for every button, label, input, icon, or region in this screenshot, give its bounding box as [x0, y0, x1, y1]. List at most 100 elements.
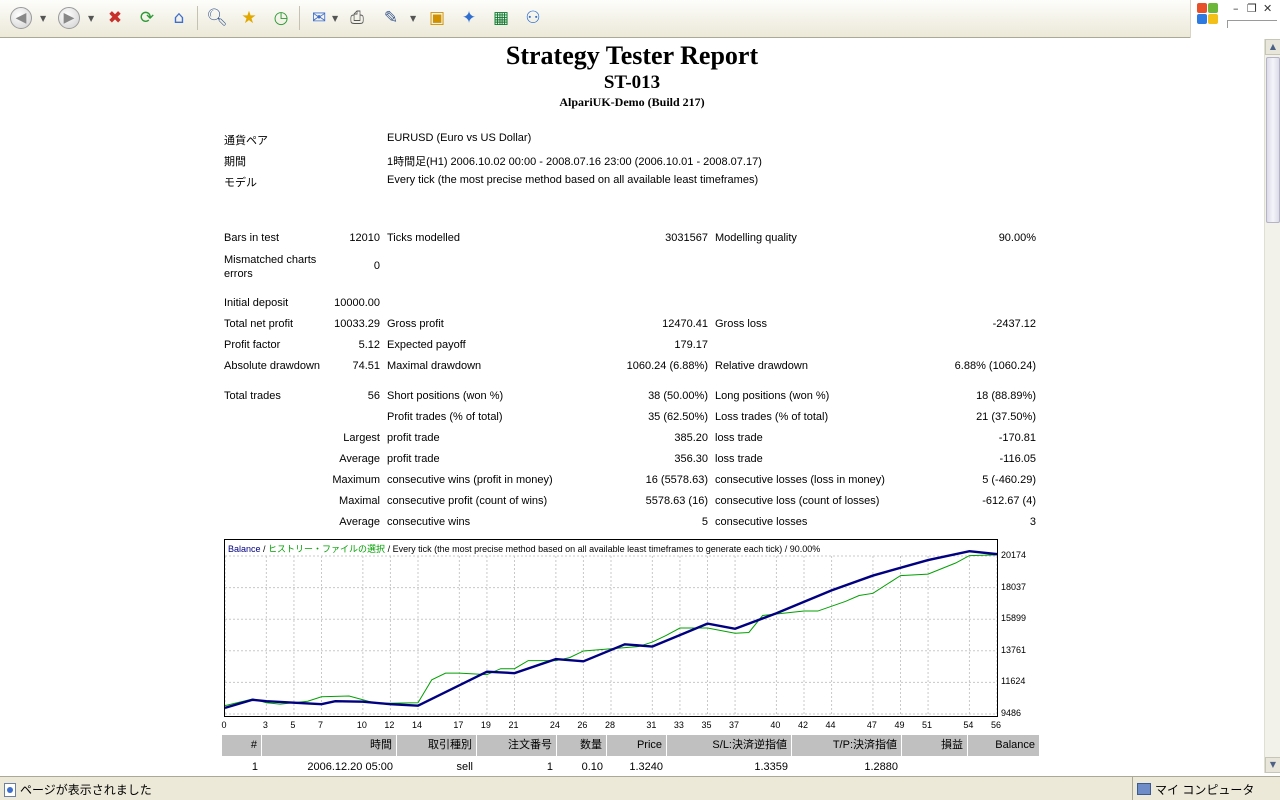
- stat-label: Average: [339, 453, 380, 465]
- address-field[interactable]: [1227, 20, 1277, 28]
- x-tick-label: 54: [963, 720, 974, 730]
- stat-label: consecutive losses: [715, 516, 808, 528]
- stat-label: Ticks modelled: [387, 232, 460, 244]
- stat-value: 56: [367, 390, 380, 402]
- tools-button[interactable]: ✦: [456, 5, 482, 31]
- stat-label: loss trade: [715, 432, 763, 444]
- stat-value: -116.05: [999, 453, 1037, 465]
- stat-value: 16 (5578.63): [645, 474, 708, 486]
- x-tick-label: 42: [797, 720, 808, 730]
- table-cell: sell: [456, 760, 473, 773]
- messenger-button[interactable]: ▦: [488, 5, 514, 31]
- stat-label: consecutive wins (profit in money): [387, 474, 553, 486]
- windows-logo-icon: [1197, 3, 1219, 25]
- scroll-thumb[interactable]: [1266, 57, 1280, 223]
- stat-label: Maximal drawdown: [387, 360, 482, 372]
- x-tick-label: 14: [411, 720, 422, 730]
- chevron-down-icon[interactable]: ▼: [88, 14, 94, 23]
- edit-icon: ✎: [383, 8, 399, 28]
- stat-label: Maximum: [332, 474, 380, 486]
- column-header: 時間: [262, 735, 397, 756]
- forward-arrow-icon: ▶: [58, 7, 80, 29]
- y-tick-label: 9486: [1001, 708, 1022, 718]
- chevron-down-icon[interactable]: ▼: [40, 14, 46, 23]
- people-button[interactable]: ⚇: [520, 5, 546, 31]
- stat-value: 385.20: [674, 432, 708, 444]
- stat-label: Gross loss: [715, 318, 767, 330]
- x-tick-label: 0: [221, 720, 227, 730]
- stat-label: loss trade: [715, 453, 763, 465]
- column-header: Price: [607, 735, 667, 756]
- back-button[interactable]: ◀: [8, 5, 34, 31]
- status-text: ページが表示されました: [20, 783, 152, 797]
- scroll-up-icon[interactable]: ▲: [1265, 39, 1280, 55]
- search-icon: 🔍︎: [206, 8, 228, 28]
- table-cell: 2006.12.20 05:00: [307, 760, 393, 773]
- table-body: 1 2006.12.20 05:00 sell 1 0.10 1.3240 1.3359 1.…: [222, 756, 1040, 773]
- info-value: 1時間足(H1) 2006.10.02 00:00 - 2008.07.16 2…: [387, 156, 762, 168]
- stat-value: 10033.29: [334, 318, 380, 330]
- x-tick-label: 56: [990, 720, 1001, 730]
- history-button[interactable]: ◷: [268, 5, 294, 31]
- research-button[interactable]: ▣: [424, 5, 450, 31]
- x-tick-label: 35: [701, 720, 712, 730]
- chevron-down-icon[interactable]: ▼: [410, 14, 416, 23]
- stat-value: 5 (-460.29): [982, 474, 1036, 486]
- stat-value: 35 (62.50%): [648, 411, 708, 423]
- restore-icon[interactable]: ❐: [1247, 2, 1257, 15]
- info-label: 期間: [224, 156, 246, 168]
- column-header: Balance: [968, 735, 1040, 756]
- edit-button[interactable]: ✎: [378, 5, 404, 31]
- stop-button[interactable]: ✖: [102, 5, 128, 31]
- stat-value: 38 (50.00%): [648, 390, 708, 402]
- column-header: T/P:決済指値: [792, 735, 902, 756]
- x-tick-label: 26: [577, 720, 588, 730]
- minimize-icon[interactable]: –: [1233, 2, 1239, 15]
- column-header: #: [222, 735, 262, 756]
- mail-icon: ✉: [311, 8, 327, 28]
- x-tick-label: 31: [646, 720, 657, 730]
- favorites-button[interactable]: ★: [236, 5, 262, 31]
- x-tick-label: 5: [290, 720, 296, 730]
- legend-history: ヒストリー・ファイルの選択: [268, 544, 386, 554]
- home-button[interactable]: ⌂: [166, 5, 192, 31]
- x-tick-label: 33: [673, 720, 684, 730]
- scroll-down-icon[interactable]: ▼: [1265, 757, 1280, 773]
- home-icon: ⌂: [173, 8, 185, 28]
- print-button[interactable]: ⎙: [344, 5, 370, 31]
- stat-value: 5: [701, 516, 708, 528]
- x-tick-label: 3: [262, 720, 268, 730]
- stat-value: 18 (88.89%): [976, 390, 1036, 402]
- mail-button[interactable]: ✉: [306, 5, 332, 31]
- page-done-icon: [4, 782, 16, 797]
- info-label: 通貨ペア: [224, 135, 268, 147]
- vertical-scrollbar[interactable]: ▲ ▼: [1264, 39, 1280, 773]
- table-cell: 1.2880: [864, 760, 898, 773]
- stat-label: Expected payoff: [387, 339, 466, 351]
- people-icon: ⚇: [525, 8, 541, 28]
- chart-plot: [225, 549, 997, 716]
- trades-table: # 時間 取引種別 注文番号 数量 Price S/L:決済逆指値 T/P:決済指値 損益 Bal…: [222, 735, 1040, 773]
- refresh-button[interactable]: ⟳: [134, 5, 160, 31]
- stat-value: 74.51: [352, 360, 380, 372]
- window-corner: – ❐ ✕: [1190, 0, 1280, 38]
- stat-label: Profit trades (% of total): [387, 411, 503, 423]
- table-cell: 1: [251, 760, 258, 773]
- x-tick-label: 19: [480, 720, 491, 730]
- folder-icon: ▣: [428, 8, 446, 28]
- history-icon: ◷: [273, 8, 289, 28]
- forward-button[interactable]: ▶: [56, 5, 82, 31]
- y-tick-label: 20174: [1001, 550, 1027, 560]
- stat-value: 179.17: [674, 339, 708, 351]
- x-tick-label: 40: [770, 720, 781, 730]
- search-button[interactable]: 🔍︎: [204, 5, 230, 31]
- chart-legend: Balance / ヒストリー・ファイルの選択 / Every tick (th…: [228, 542, 820, 555]
- chevron-down-icon[interactable]: ▼: [332, 14, 338, 23]
- stat-label: consecutive loss (count of losses): [715, 495, 880, 507]
- refresh-icon: ⟳: [139, 8, 155, 28]
- stat-value: 21 (37.50%): [976, 411, 1036, 423]
- stat-value: 3031567: [665, 232, 708, 244]
- x-tick-label: 37: [729, 720, 740, 730]
- stat-label: profit trade: [387, 453, 440, 465]
- close-icon[interactable]: ✕: [1263, 2, 1272, 15]
